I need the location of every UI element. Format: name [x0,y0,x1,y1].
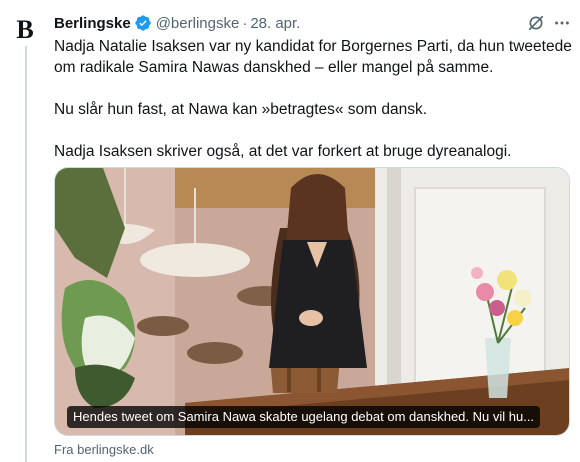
tweet-paragraph: Nu slår hun fast, at Nawa kan »betragtes… [54,101,428,118]
grok-icon[interactable] [525,12,547,34]
link-card[interactable]: Hendes tweet om Samira Nawa skabte ugela… [54,167,570,436]
tweet-paragraph: Nadja Isaksen skriver også, at det var f… [54,143,512,160]
tweet-paragraph: Nadja Natalie Isaksen var ny kandidat fo… [54,38,572,76]
author-name[interactable]: Berlingske [54,15,131,32]
card-caption: Hendes tweet om Samira Nawa skabte ugela… [67,406,541,428]
tweet-date[interactable]: 28. apr. [250,15,300,32]
card-source-link[interactable]: Fra berlingske.dk [54,442,154,457]
author-handle[interactable]: @berlingske [156,15,240,32]
tweet[interactable]: B Berlingske @berlingske · 28. apr. Nadj… [0,0,580,462]
avatar-logo: B [16,15,34,44]
thread-line [25,46,27,462]
avatar[interactable]: B [9,14,41,46]
tweet-header: Berlingske @berlingske · 28. apr. [54,12,300,34]
tweet-text: Nadja Natalie Isaksen var ny kandidat fo… [54,36,574,162]
verified-badge-icon [134,14,152,32]
card-image [55,168,569,435]
separator-dot: · [242,14,248,32]
more-options-icon[interactable] [551,12,573,34]
